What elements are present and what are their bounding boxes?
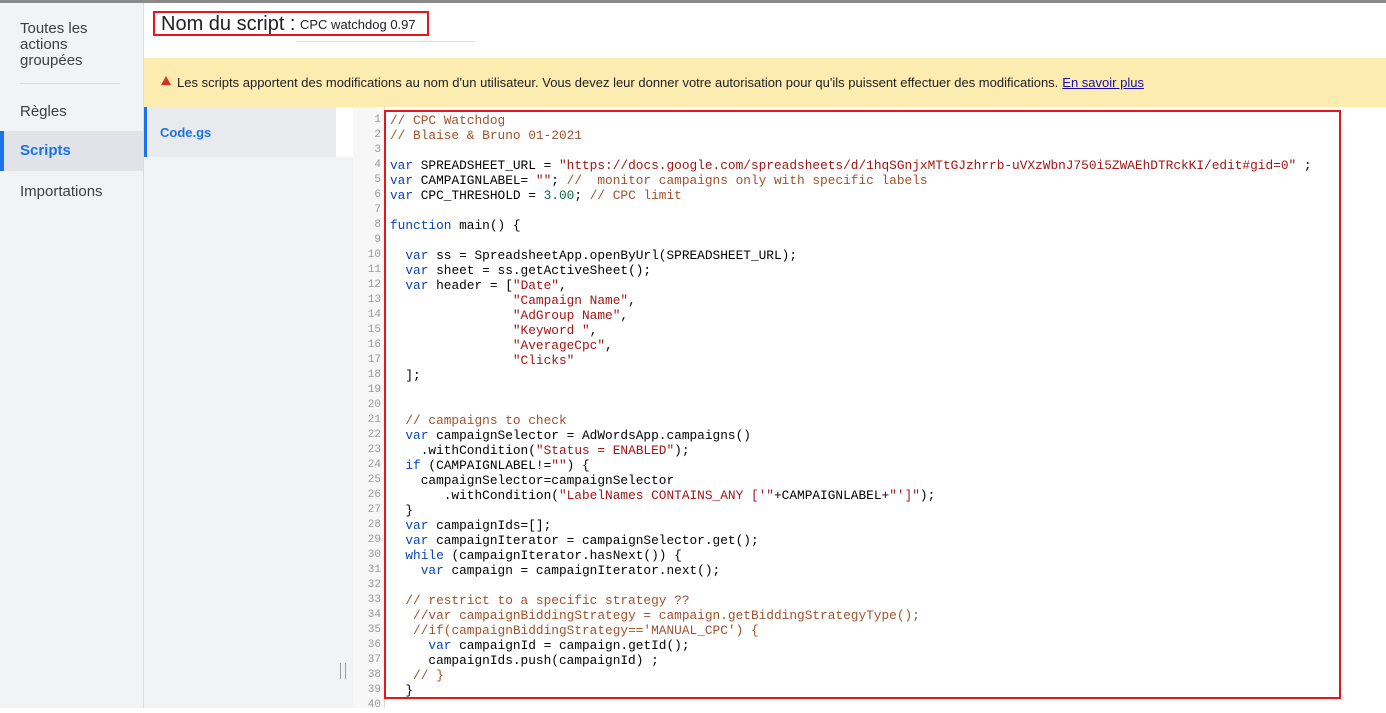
line-number: 28 <box>367 519 381 531</box>
top-border <box>0 0 1386 3</box>
code-line: var campaignId = campaign.getId(); <box>428 638 690 653</box>
nav-item-importations[interactable]: Importations <box>0 182 143 202</box>
code-line: "Clicks" <box>512 353 575 368</box>
warning-triangle-icon <box>161 76 171 85</box>
line-number: 12 <box>367 279 381 291</box>
line-number: 34 <box>367 609 381 621</box>
file-list: Code.gs <box>144 107 336 157</box>
line-number: 5 <box>374 174 381 186</box>
nav-item-regles[interactable]: Règles <box>0 102 143 122</box>
script-name-field: Nom du script : CPC watchdog 0.97 <box>153 11 429 36</box>
code-line: var CPC_THRESHOLD = 3.00; // CPC limit <box>390 188 682 203</box>
code-line: var header = ["Date", <box>405 278 567 293</box>
code-line: if (CAMPAIGNLABEL!="") { <box>405 458 590 473</box>
line-number: 22 <box>367 429 381 441</box>
line-number: 24 <box>367 459 381 471</box>
code-line: var campaignIds=[]; <box>405 518 552 533</box>
code-line: campaignIds.push(campaignId) ; <box>390 653 659 668</box>
code-line: .withCondition("LabelNames CONTAINS_ANY … <box>390 488 936 503</box>
code-line: var campaignIterator = campaignSelector.… <box>405 533 759 548</box>
nav-item-label: Importations <box>20 183 103 200</box>
learn-more-link[interactable]: En savoir plus <box>1062 75 1144 90</box>
code-line: .withCondition("Status = ENABLED"); <box>390 443 690 458</box>
line-number: 6 <box>374 189 381 201</box>
line-number: 11 <box>367 264 381 276</box>
code-line: // CPC Watchdog <box>390 113 506 128</box>
nav-item-scripts[interactable]: Scripts <box>0 131 143 171</box>
code-line: "AverageCpc", <box>512 338 613 353</box>
nav-item-toutes-les-actions-groupees[interactable]: Toutes les actions groupées <box>0 21 143 69</box>
line-number: 15 <box>367 324 381 336</box>
code-line: "AdGroup Name", <box>512 308 629 323</box>
line-number: 17 <box>367 354 381 366</box>
authorization-banner: Les scripts apportent des modifications … <box>144 58 1386 107</box>
nav-item-label: Règles <box>20 103 67 120</box>
line-number: 26 <box>367 489 381 501</box>
code-line: var campaignSelector = AdWordsApp.campai… <box>405 428 751 443</box>
code-line: "Campaign Name", <box>512 293 636 308</box>
nav-item-label-line: groupées <box>20 52 83 69</box>
line-number: 39 <box>367 684 381 696</box>
code-line: var sheet = ss.getActiveSheet(); <box>405 263 652 278</box>
panel-resize-handle[interactable] <box>340 663 346 679</box>
code-line: // campaigns to check <box>405 413 567 428</box>
line-number: 3 <box>374 144 381 156</box>
line-number: 30 <box>367 549 381 561</box>
code-line: //var campaignBiddingStrategy = campaign… <box>413 608 920 623</box>
code-line: var campaign = campaignIterator.next(); <box>420 563 721 578</box>
line-number: 2 <box>374 129 381 141</box>
code-line: // Blaise & Bruno 01-2021 <box>390 128 582 143</box>
nav-item-label: Scripts <box>20 142 71 159</box>
code-line: var ss = SpreadsheetApp.openByUrl(SPREAD… <box>405 248 798 263</box>
code-line: var SPREADSHEET_URL = "https://docs.goog… <box>390 158 1312 173</box>
script-name-input[interactable]: CPC watchdog 0.97 <box>300 17 416 33</box>
line-number: 31 <box>367 564 381 576</box>
code-line: ]; <box>390 368 421 383</box>
line-number: 9 <box>374 234 381 246</box>
line-number: 32 <box>367 579 381 591</box>
banner-message: Les scripts apportent des modifications … <box>177 75 1144 90</box>
line-number: 14 <box>367 309 381 321</box>
banner-text: Les scripts apportent des modifications … <box>177 75 1059 90</box>
line-number: 40 <box>367 699 381 711</box>
code-line: var CAMPAIGNLABEL= ""; // monitor campai… <box>390 173 928 188</box>
line-number: 25 <box>367 474 381 486</box>
code-line: // } <box>413 668 444 683</box>
nav-item-label-line: actions <box>20 36 68 53</box>
line-number: 7 <box>374 204 381 216</box>
line-number: 23 <box>367 444 381 456</box>
line-number: 37 <box>367 654 381 666</box>
code-line: } <box>390 683 414 698</box>
line-number: 8 <box>374 219 381 231</box>
line-number: 13 <box>367 294 381 306</box>
line-number: 4 <box>374 159 381 171</box>
line-number: 18 <box>367 369 381 381</box>
code-line: "Keyword ", <box>512 323 598 338</box>
line-number: 20 <box>367 399 381 411</box>
line-number: 19 <box>367 384 381 396</box>
line-number: 29 <box>367 534 381 546</box>
line-number: 27 <box>367 504 381 516</box>
script-name-underline <box>296 41 475 42</box>
code-line: while (campaignIterator.hasNext()) { <box>405 548 682 563</box>
file-tab-code-gs[interactable]: Code.gs <box>144 107 336 157</box>
line-number: 10 <box>367 249 381 261</box>
line-number: 38 <box>367 669 381 681</box>
nav-item-label-line: Toutes les <box>20 20 88 37</box>
line-number: 33 <box>367 594 381 606</box>
file-tab-label: Code.gs <box>160 125 212 140</box>
code-line: } <box>390 503 414 518</box>
line-number: 16 <box>367 339 381 351</box>
line-number: 36 <box>367 639 381 651</box>
code-line: campaignSelector=campaignSelector <box>390 473 675 488</box>
line-number: 21 <box>367 414 381 426</box>
code-line: function main() { <box>390 218 521 233</box>
nav-divider <box>20 83 120 84</box>
file-list-panel <box>144 157 353 708</box>
code-line: //if(campaignBiddingStrategy=='MANUAL_CP… <box>413 623 759 638</box>
line-number: 35 <box>367 624 381 636</box>
code-line: // restrict to a specific strategy ?? <box>405 593 690 608</box>
line-number: 1 <box>374 114 381 126</box>
script-name-label: Nom du script : <box>161 13 296 35</box>
